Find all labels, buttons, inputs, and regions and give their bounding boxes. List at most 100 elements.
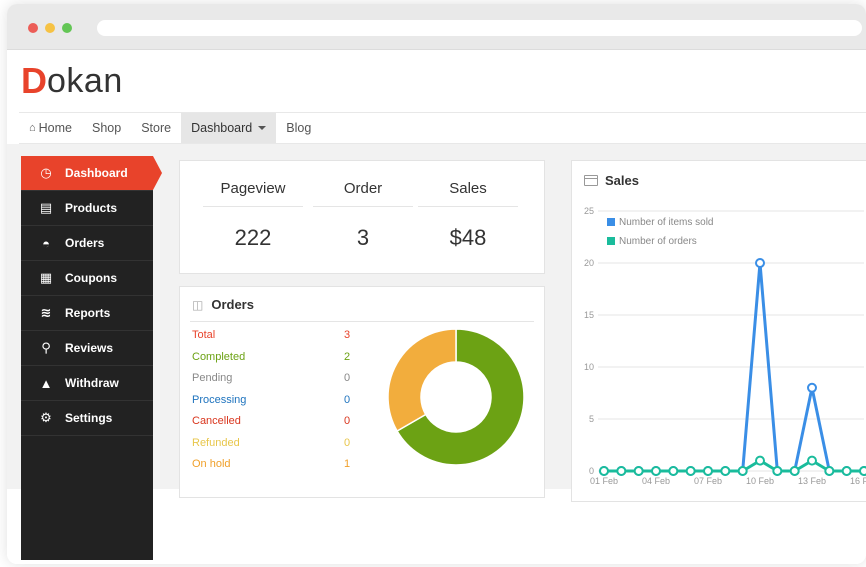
y-tick-label: 0	[589, 466, 594, 476]
gear-icon: ⚙	[40, 410, 52, 425]
legend-swatch	[607, 237, 615, 245]
comments-icon: ⚲	[41, 340, 51, 355]
sidebar-item-label: Products	[65, 201, 118, 215]
legend-swatch	[607, 218, 615, 226]
data-point[interactable]	[789, 466, 800, 476]
sidebar-item-label: Reviews	[65, 341, 114, 355]
dashboard-sidebar: ◷ Dashboard ▤ Products ◓ Orders ▦ Coupon…	[21, 156, 162, 560]
nav-blog-label: Blog	[286, 121, 312, 135]
data-point[interactable]	[755, 258, 765, 268]
order-status-row[interactable]: Processing 0	[192, 394, 352, 406]
data-point[interactable]	[737, 466, 748, 476]
order-status-label: Total	[192, 329, 216, 341]
sidebar-item-label: Settings	[65, 411, 113, 425]
order-status-row[interactable]: Refunded 0	[192, 437, 352, 449]
cart-icon: ◫	[192, 297, 204, 312]
upload-icon: ▲	[39, 375, 53, 391]
sidebar-item-dashboard[interactable]: ◷ Dashboard	[21, 156, 162, 191]
order-status-count: 1	[344, 458, 351, 470]
basket-icon: ◓	[42, 235, 50, 251]
stat-label: Sales	[418, 161, 518, 207]
order-status-row[interactable]: Cancelled 0	[192, 415, 352, 427]
order-status-label: On hold	[192, 458, 231, 470]
home-icon: ⌂	[29, 122, 36, 134]
y-tick-label: 10	[584, 362, 594, 372]
data-point[interactable]	[685, 466, 696, 476]
stat-value: 222	[234, 225, 272, 250]
x-tick-label: 16 Feb	[850, 476, 866, 486]
order-status-count: 3	[344, 329, 351, 341]
order-status-label: Processing	[192, 393, 247, 406]
sidebar-item-label: Orders	[65, 236, 105, 250]
sidebar-item-withdraw[interactable]: ▲ Withdraw	[21, 366, 153, 401]
order-status-row[interactable]: Total 3	[192, 329, 352, 341]
data-point[interactable]	[703, 466, 713, 476]
data-point[interactable]	[859, 466, 866, 476]
sales-card: Sales 0 5 10 15 20 25 01 Feb 04 Feb 07 Feb 10 Feb…	[571, 160, 866, 502]
data-point[interactable]	[651, 466, 661, 476]
nav-store[interactable]: Store	[131, 113, 181, 143]
data-point[interactable]	[772, 466, 783, 476]
divider	[190, 321, 534, 322]
sidebar-item-orders[interactable]: ◓ Orders	[21, 226, 153, 261]
data-point[interactable]	[616, 466, 627, 476]
data-point[interactable]	[807, 382, 817, 393]
order-status-count: 0	[344, 372, 351, 384]
close-window-button[interactable]	[28, 23, 38, 33]
sidebar-item-reports[interactable]: ≋ Reports	[21, 296, 153, 331]
stat-label: Order	[313, 161, 413, 207]
chevron-down-icon	[258, 126, 267, 130]
data-point[interactable]	[824, 466, 835, 476]
sidebar-item-label: Dashboard	[65, 166, 128, 180]
data-point[interactable]	[633, 466, 644, 476]
sales-title-text: Sales	[605, 173, 639, 188]
sidebar-item-label: Reports	[65, 306, 111, 320]
nav-store-label: Store	[141, 121, 172, 135]
data-point[interactable]	[720, 466, 731, 476]
nav-shop[interactable]: Shop	[82, 113, 131, 143]
nav-shop-label: Shop	[92, 121, 122, 135]
sidebar-item-products[interactable]: ▤ Products	[21, 191, 153, 226]
x-tick-label: 13 Feb	[798, 476, 826, 486]
nav-home-label: Home	[38, 121, 72, 135]
url-bar[interactable]	[97, 20, 862, 36]
site-logo[interactable]: D okan	[21, 59, 123, 103]
minimize-window-button[interactable]	[45, 23, 55, 33]
data-point[interactable]	[841, 466, 852, 476]
orders-card: ◫ Orders Total 3 Completed 2 Pending 0 Process…	[179, 286, 545, 498]
orders-donut-chart	[387, 328, 525, 466]
legend-label: Number of items sold	[619, 217, 713, 228]
browser-chrome	[7, 4, 866, 50]
data-point[interactable]	[599, 466, 609, 476]
data-point[interactable]	[755, 455, 765, 466]
order-status-label: Completed	[192, 350, 246, 363]
stat-label: Pageview	[203, 161, 303, 207]
donut-slice-on-hold[interactable]	[387, 328, 457, 433]
y-tick-label: 20	[584, 258, 594, 268]
data-point[interactable]	[668, 466, 679, 476]
top-navigation: ⌂ Home Shop Store Dashboard Blog	[19, 112, 866, 144]
nav-blog[interactable]: Blog	[276, 113, 321, 143]
stats-card: Pageview 222 Order 3 Sales $48	[179, 160, 545, 274]
order-status-row[interactable]: Completed 2	[192, 351, 352, 363]
y-tick-label: 5	[589, 414, 594, 424]
order-status-row[interactable]: On hold 1	[192, 458, 352, 470]
browser-window: D okan ⌂ Home Shop Store Dashboard Blog …	[7, 4, 866, 564]
order-status-label: Cancelled	[192, 415, 241, 427]
sidebar-item-label: Coupons	[65, 271, 117, 285]
credit-card-icon	[584, 175, 598, 186]
nav-dashboard[interactable]: Dashboard	[181, 113, 277, 143]
maximize-window-button[interactable]	[62, 23, 72, 33]
sidebar-item-settings[interactable]: ⚙ Settings	[21, 401, 153, 436]
order-status-row[interactable]: Pending 0	[192, 372, 352, 384]
nav-home[interactable]: ⌂ Home	[19, 113, 82, 143]
sidebar-item-coupons[interactable]: ▦ Coupons	[21, 261, 153, 296]
stat-order: Order 3	[313, 161, 413, 251]
sidebar-item-label: Withdraw	[65, 376, 119, 390]
y-tick-label: 15	[584, 310, 594, 320]
order-status-label: Pending	[192, 372, 233, 384]
data-point[interactable]	[807, 455, 817, 466]
x-tick-label: 10 Feb	[746, 476, 774, 486]
sidebar-item-reviews[interactable]: ⚲ Reviews	[21, 331, 153, 366]
stat-pageview: Pageview 222	[203, 161, 303, 251]
